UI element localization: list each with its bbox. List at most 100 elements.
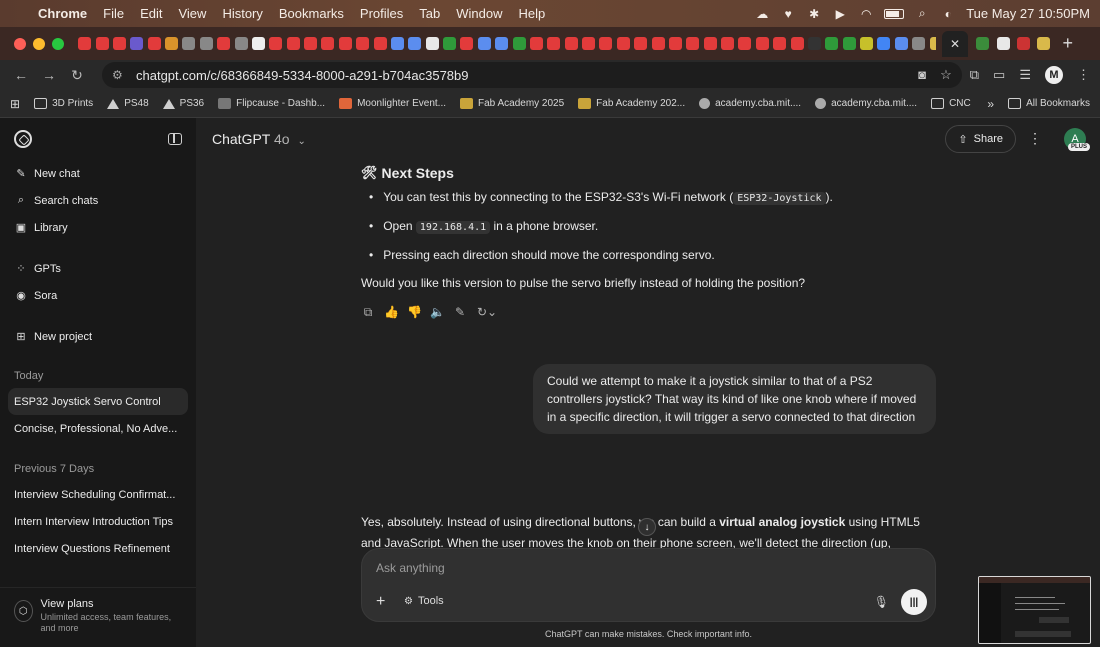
tab-favicon[interactable] [912,37,926,50]
tab-favicon[interactable] [651,37,665,50]
bookmark-item[interactable]: academy.cba.mit.... [699,98,801,109]
tab-favicon[interactable] [269,37,283,50]
new-chat-button[interactable]: ✎ New chat [0,160,196,187]
tab-favicon[interactable] [286,37,300,50]
tab-favicon[interactable] [564,37,578,50]
tab-favicon[interactable] [512,37,526,50]
cast-icon[interactable]: ▭ [993,67,1005,83]
tab-favicon[interactable] [860,37,874,50]
bookmark-item[interactable]: Fab Academy 202... [578,98,685,109]
tab-favicon[interactable] [130,37,144,50]
tab-favicon[interactable] [321,37,335,50]
bookmark-item[interactable]: Moonlighter Event... [339,98,446,109]
bookmark-star-icon[interactable]: ☆ [940,67,952,83]
search-chats-button[interactable]: ⌕ Search chats [0,187,196,214]
chat-item-active[interactable]: ESP32 Joystick Servo Control [8,388,188,415]
tab-favicon[interactable] [842,37,856,50]
tab-favicon[interactable] [234,37,248,50]
apps-grid-icon[interactable]: ⊞ [10,97,20,111]
tab-favicon[interactable] [668,37,682,50]
new-tab-icon[interactable]: + [1063,33,1074,54]
tab-favicon[interactable] [996,37,1010,50]
tab-favicon[interactable] [304,37,318,50]
tab-favicon[interactable] [495,37,509,50]
chrome-menu-icon[interactable]: ⋮ [1077,67,1090,83]
creative-cloud-icon[interactable]: ☁ [754,7,770,21]
tools-button[interactable]: ⚙ Tools [404,595,444,607]
forward-icon[interactable]: → [38,67,60,83]
menubar-datetime[interactable]: Tue May 27 10:50PM [966,6,1090,21]
copy-icon[interactable]: ⧉ [361,303,375,321]
tab-favicon[interactable] [78,37,92,50]
zoom-window-icon[interactable] [52,37,64,50]
tab-favicon[interactable] [443,37,457,50]
bookmark-item[interactable]: CNC [931,98,971,109]
reading-list-icon[interactable]: ☰ [1019,67,1031,83]
bookmark-item[interactable]: PS36 [162,98,204,109]
tab-favicon[interactable] [790,37,804,50]
tab-favicon[interactable] [703,37,717,50]
tab-favicon[interactable] [1016,37,1030,50]
chat-item[interactable]: Interview Scheduling Confirmat... [0,481,196,508]
thumbs-down-icon[interactable]: 👎 [407,303,422,321]
tab-favicon[interactable] [616,37,630,50]
menu-bookmarks[interactable]: Bookmarks [279,6,344,21]
close-sidebar-icon[interactable] [168,133,182,145]
tab-favicon[interactable] [738,37,752,50]
tab-favicon[interactable] [721,37,735,50]
tab-favicon[interactable] [877,37,891,50]
tab-favicon[interactable] [112,37,126,50]
menu-profiles[interactable]: Profiles [360,6,403,21]
view-plans-button[interactable]: ⬡ View plans Unlimited access, team feat… [0,587,196,647]
tab-favicon[interactable] [390,37,404,50]
tab-favicon[interactable] [894,37,908,50]
bookmark-item[interactable]: Fab Academy 2025 [460,98,564,109]
prompt-input[interactable]: Ask anything [376,561,445,575]
tab-favicon[interactable] [686,37,700,50]
voice-mode-icon[interactable]: ||| [901,589,927,615]
tab-favicon[interactable] [356,37,370,50]
bookmark-item[interactable]: PS48 [107,98,149,109]
tab-favicon[interactable] [582,37,596,50]
tab-favicon[interactable] [1037,37,1051,50]
menu-history[interactable]: History [222,6,262,21]
extensions-icon[interactable]: ⧉ [970,67,979,83]
tab-favicon[interactable] [976,37,990,50]
library-button[interactable]: ▣ Library [0,214,196,241]
tab-favicon[interactable] [460,37,474,50]
search-icon[interactable]: ⌕ [914,6,930,21]
bookmark-item[interactable]: academy.cba.mit.... [815,98,917,109]
bookmarks-overflow-icon[interactable]: » [987,97,994,111]
more-options-icon[interactable]: ⋮ [1028,130,1042,147]
chat-item[interactable]: Interview Questions Refinement [0,535,196,562]
tab-favicon[interactable] [95,37,109,50]
tab-favicon[interactable] [147,37,161,50]
back-icon[interactable]: ← [10,67,32,83]
tab-favicon[interactable] [251,37,265,50]
battery-icon[interactable] [884,8,905,19]
add-attachment-icon[interactable]: + [376,593,385,611]
bluetooth-icon[interactable]: ✱ [806,7,822,21]
wifi-icon[interactable]: ◠ [858,7,874,21]
microphone-icon[interactable]: 🎙 [874,595,889,609]
menu-edit[interactable]: Edit [140,6,162,21]
menu-help[interactable]: Help [519,6,546,21]
tab-favicon[interactable] [929,37,936,50]
tab-favicon[interactable] [338,37,352,50]
url-text[interactable]: chatgpt.com/c/68366849-5334-8000-a291-b7… [136,68,468,83]
tab-favicon[interactable] [182,37,196,50]
tab-favicon[interactable] [773,37,787,50]
tab-favicon[interactable] [807,37,821,50]
play-icon[interactable]: ▶ [832,7,848,21]
tab-favicon[interactable] [477,37,491,50]
menu-tab[interactable]: Tab [419,6,440,21]
tab-favicon[interactable] [634,37,648,50]
tab-favicon[interactable] [755,37,769,50]
tab-favicon[interactable] [825,37,839,50]
thumbs-up-icon[interactable]: 👍 [384,303,399,321]
sora-button[interactable]: ◉ Sora [0,282,196,309]
regenerate-icon[interactable]: ↻⌄ [476,303,498,321]
site-settings-icon[interactable]: ⚙ [112,68,128,82]
edit-canvas-icon[interactable]: ✎ [453,303,467,321]
tab-favicon[interactable] [165,37,179,50]
